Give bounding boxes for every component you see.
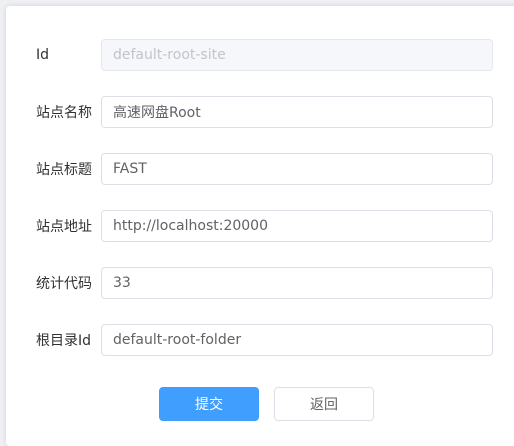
form-row-site-url: 站点地址: [36, 209, 101, 243]
submit-button[interactable]: 提交: [159, 387, 259, 421]
stats-code-field[interactable]: 33: [101, 267, 493, 299]
back-button[interactable]: 返回: [274, 387, 374, 421]
form-card: Id default-root-site 站点名称 高速网盘Root 站点标题 …: [6, 6, 514, 446]
root-folder-id-field[interactable]: default-root-folder: [101, 324, 493, 356]
form-row-root-folder-id: 根目录Id: [36, 323, 101, 357]
id-field: default-root-site: [101, 39, 493, 71]
site-title-field[interactable]: FAST: [101, 153, 493, 185]
site-name-field[interactable]: 高速网盘Root: [101, 96, 493, 128]
stats-code-label: 统计代码: [36, 276, 92, 292]
root-folder-id-label: 根目录Id: [36, 333, 92, 349]
site-url-field[interactable]: http://localhost:20000: [101, 210, 493, 242]
form-row-site-name: 站点名称: [36, 95, 101, 129]
form-row-stats-code: 统计代码: [36, 266, 101, 300]
form-row-site-title: 站点标题: [36, 152, 101, 186]
site-url-label: 站点地址: [36, 219, 92, 235]
site-title-label: 站点标题: [36, 162, 92, 178]
site-name-label: 站点名称: [36, 105, 92, 121]
id-label: Id: [36, 47, 50, 63]
form-row-id: Id: [36, 38, 101, 72]
